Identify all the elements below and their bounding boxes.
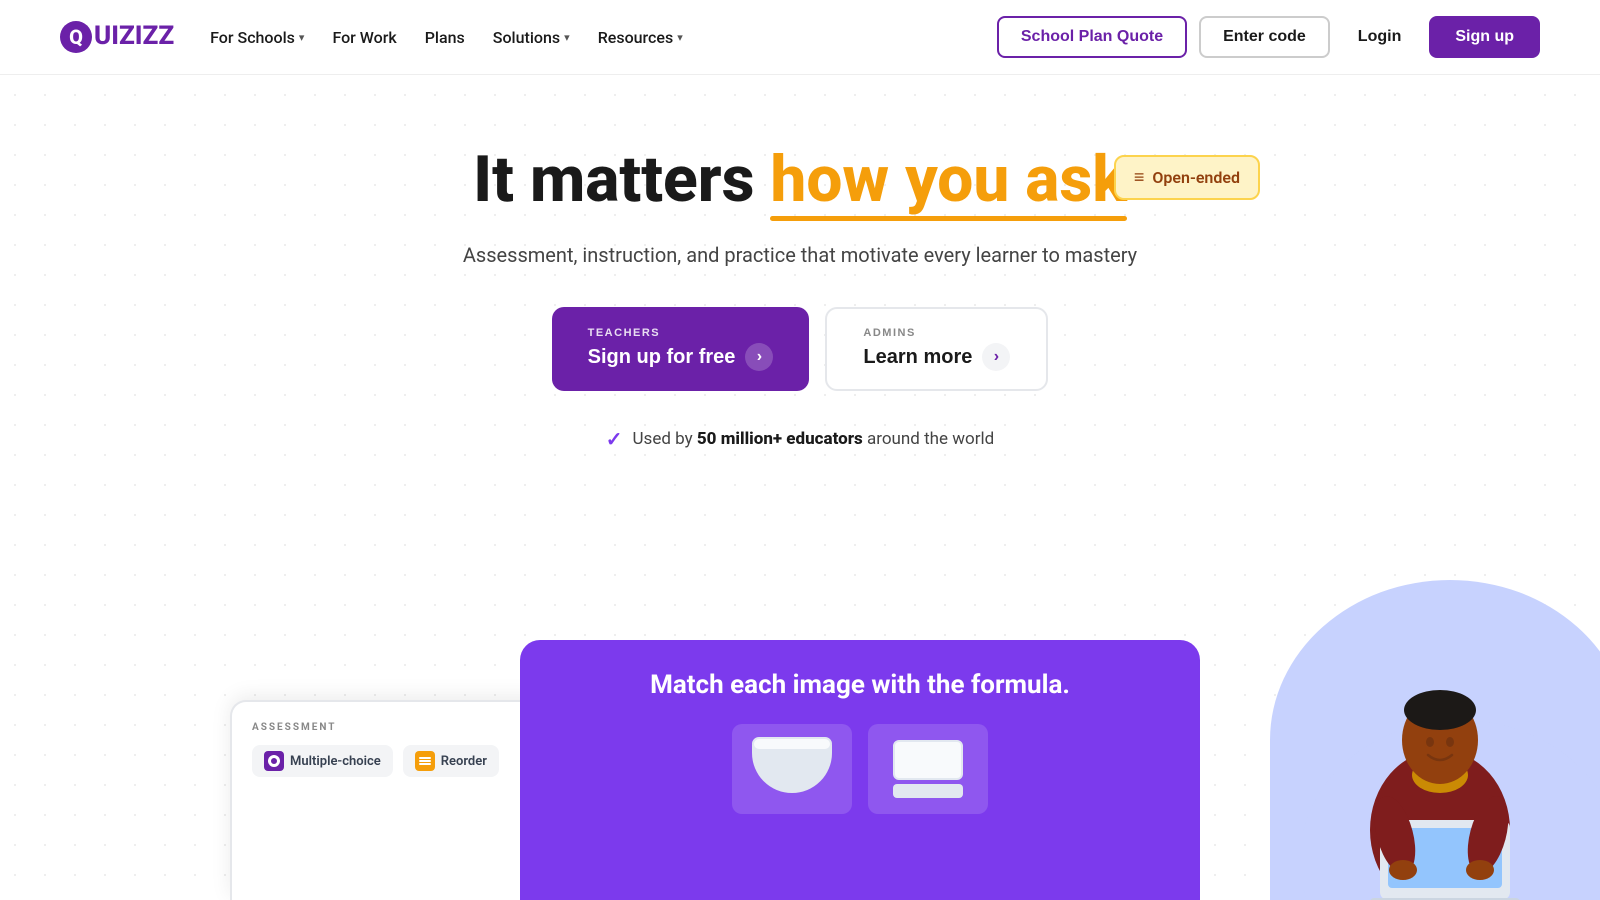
chevron-down-icon: ▾ xyxy=(299,31,305,44)
tag-reorder-label: Reorder xyxy=(441,754,487,769)
tag-mc-label: Multiple-choice xyxy=(290,754,381,769)
quiz-images xyxy=(560,724,1160,814)
chevron-down-icon-solutions: ▾ xyxy=(564,31,570,44)
nav-link-resources[interactable]: Resources ▾ xyxy=(598,28,683,47)
nav-link-work[interactable]: For Work xyxy=(332,28,396,47)
nav-link-plans[interactable]: Plans xyxy=(425,28,465,47)
quiz-image-2 xyxy=(868,724,988,814)
nav-item-work[interactable]: For Work xyxy=(332,28,396,47)
nav-label-resources: Resources xyxy=(598,28,674,47)
admins-cta-text: Learn more xyxy=(863,346,972,369)
admins-cta-arrow-icon: › xyxy=(982,343,1010,371)
nav-label-solutions: Solutions xyxy=(493,28,560,47)
cta-group: TEACHERS Sign up for free › ADMINS Learn… xyxy=(0,307,1600,391)
teachers-cta-text: Sign up for free xyxy=(588,346,736,369)
checkmark-icon: ✓ xyxy=(606,427,623,451)
hero-title-part1: It matters xyxy=(473,142,770,217)
teachers-cta-main: Sign up for free › xyxy=(588,343,774,371)
social-proof-prefix: Used by xyxy=(633,429,697,449)
logo[interactable]: QUIZIZZ xyxy=(60,21,174,53)
signup-button[interactable]: Sign up xyxy=(1429,16,1540,58)
school-plan-quote-button[interactable]: School Plan Quote xyxy=(997,16,1187,58)
nav-item-resources[interactable]: Resources ▾ xyxy=(598,28,683,47)
nav-link-solutions[interactable]: Solutions ▾ xyxy=(493,28,570,47)
hero-title: It matters how you ask xyxy=(0,145,1600,215)
hero-title-highlight: how you ask xyxy=(770,145,1126,215)
social-proof: ✓ Used by 50 million+ educators around t… xyxy=(0,427,1600,451)
hero-subtitle: Assessment, instruction, and practice th… xyxy=(0,243,1600,267)
teachers-cta-label: TEACHERS xyxy=(588,327,774,339)
person-area xyxy=(1220,560,1600,900)
login-button[interactable]: Login xyxy=(1342,18,1418,56)
admins-cta-button[interactable]: ADMINS Learn more › xyxy=(825,307,1048,391)
quiz-card-title: Match each image with the formula. xyxy=(560,670,1160,700)
teachers-cta-button[interactable]: TEACHERS Sign up for free › xyxy=(552,307,810,391)
nav-item-plans[interactable]: Plans xyxy=(425,28,465,47)
admins-cta-main: Learn more › xyxy=(863,343,1010,371)
chevron-down-icon-resources: ▾ xyxy=(677,31,683,44)
nav-link-schools[interactable]: For Schools ▾ xyxy=(210,28,304,47)
navigation: QUIZIZZ For Schools ▾ For Work Plans xyxy=(0,0,1600,75)
nav-menu: For Schools ▾ For Work Plans Solutions ▾ xyxy=(210,28,683,47)
tag-multiple-choice: Multiple-choice xyxy=(252,745,393,777)
list-icon: ≡ xyxy=(1134,167,1145,188)
social-proof-suffix: around the world xyxy=(863,429,994,449)
nav-label-schools: For Schools xyxy=(210,28,295,47)
open-ended-badge: ≡ Open-ended xyxy=(1114,155,1260,200)
reorder-icon xyxy=(415,751,435,771)
social-proof-text: Used by 50 million+ educators around the… xyxy=(633,429,995,449)
teachers-cta-arrow-icon: › xyxy=(745,343,773,371)
bottom-section: ASSESSMENT Multiple-choice xyxy=(0,560,1600,900)
tag-reorder: Reorder xyxy=(403,745,499,777)
enter-code-button[interactable]: Enter code xyxy=(1199,16,1330,58)
hero-section: It matters how you ask Assessment, instr… xyxy=(0,75,1600,451)
nav-item-solutions[interactable]: Solutions ▾ xyxy=(493,28,570,47)
multiple-choice-icon xyxy=(264,751,284,771)
social-proof-bold: 50 million+ educators xyxy=(697,429,863,449)
quiz-image-1 xyxy=(732,724,852,814)
nav-item-schools[interactable]: For Schools ▾ xyxy=(210,28,304,47)
nav-label-plans: Plans xyxy=(425,28,465,47)
logo-text: QUIZIZZ xyxy=(60,21,174,53)
nav-right: School Plan Quote Enter code Login Sign … xyxy=(997,16,1540,58)
nav-label-work: For Work xyxy=(332,28,396,47)
logo-icon: Q xyxy=(60,21,92,53)
open-ended-label: Open-ended xyxy=(1152,168,1240,187)
quiz-card: Match each image with the formula. xyxy=(520,640,1200,900)
nav-left: QUIZIZZ For Schools ▾ For Work Plans xyxy=(60,21,683,53)
admins-cta-label: ADMINS xyxy=(863,327,1010,339)
person-illustration xyxy=(1240,580,1600,900)
